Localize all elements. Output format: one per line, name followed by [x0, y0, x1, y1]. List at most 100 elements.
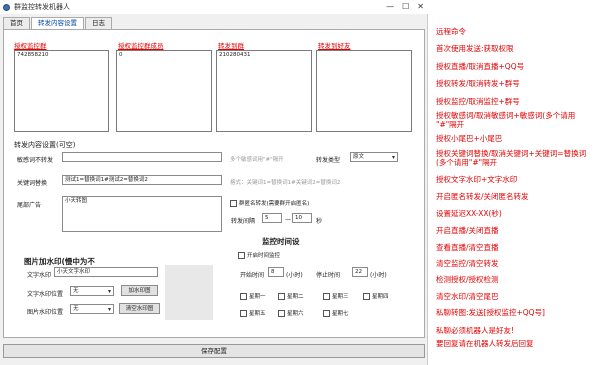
app-icon — [3, 3, 10, 11]
day-option[interactable]: 星期五 — [240, 309, 266, 317]
command-line: 查看直播/清空直播 — [436, 243, 499, 252]
keyword-replace-hint: 格式：关键词1=替换词1#关键词2=替换词2 — [230, 180, 341, 186]
clear-watermark-image-button[interactable]: 清空水印图 — [119, 303, 160, 314]
text-watermark-position-label: 文字水印位置 — [27, 291, 64, 298]
sensitive-words-label: 敏感词不转发 — [17, 157, 54, 164]
interval-min-input[interactable]: 5 — [262, 213, 282, 223]
add-watermark-image-button[interactable]: 加水印图 — [121, 285, 158, 296]
text-watermark-label: 文字水印 — [27, 272, 52, 279]
tab-home[interactable]: 首页 — [3, 17, 30, 29]
day-label: 星期四 — [372, 294, 389, 300]
command-line: 设置延迟XX-XX(秒) — [436, 209, 502, 218]
watermark-title: 图片加水印(慢中为不 — [24, 257, 95, 266]
close-button[interactable]: ✕ — [417, 2, 424, 11]
forward-type-select[interactable]: 原文 — [350, 152, 398, 162]
authorized-groups-list[interactable]: 742858210 — [14, 50, 109, 132]
sensitive-words-input[interactable] — [62, 152, 222, 162]
command-line: 授权直播/取消直播+QQ号 — [436, 62, 525, 71]
ad-label: 尾部广告 — [17, 202, 42, 209]
anonymous-forward-option[interactable]: 群匿名转发(需要群开启匿名) — [230, 199, 309, 207]
enable-schedule-checkbox[interactable] — [238, 251, 245, 259]
interval-max-input[interactable]: 10 — [292, 213, 312, 223]
keyword-replace-label: 关键词替换 — [17, 180, 48, 187]
day-checkbox[interactable] — [278, 309, 285, 317]
authorized-members-list[interactable]: 0 — [116, 50, 212, 132]
anonymous-label: 群匿名转发(需要群开启匿名) — [239, 201, 310, 207]
text-watermark-input[interactable]: 小天文字水印 — [54, 267, 158, 277]
image-watermark-position-label: 图片水印位置 — [27, 309, 64, 316]
anonymous-checkbox[interactable] — [230, 199, 237, 207]
interval-unit: 秒 — [316, 218, 323, 225]
command-line: 开启直播/关闭直播 — [436, 226, 499, 235]
command-line: 授权小尾巴+小尾巴 — [436, 134, 503, 143]
sensitive-words-hint: 多个敏感词用"#"隔开 — [230, 157, 284, 163]
title-bar: 群监控转发机器人 — ☐ ✕ — [0, 0, 428, 14]
authorized-members-label[interactable]: 授权监控群成员 — [118, 40, 164, 50]
command-line: 授权转发/取消转发+群号 — [436, 79, 520, 88]
command-line: 首次使用发送:获取权限 — [436, 44, 514, 53]
forward-settings-title: 转发内容设置(可空) — [14, 141, 76, 149]
command-line: 清空监控/清空转发 — [436, 259, 499, 268]
stop-time-input[interactable]: 22 — [352, 267, 368, 277]
day-label: 星期七 — [332, 311, 349, 317]
day-option[interactable]: 星期三 — [323, 292, 349, 300]
command-line: 要回复请在机器人转发后回复 — [436, 339, 534, 348]
command-line: 检测授权/授权检测 — [436, 275, 499, 284]
day-label: 星期六 — [287, 311, 304, 317]
day-checkbox[interactable] — [240, 292, 247, 300]
day-checkbox[interactable] — [363, 292, 370, 300]
enable-schedule-option[interactable]: 开启时间监控 — [238, 251, 280, 259]
window-controls: — ☐ ✕ — [386, 2, 424, 11]
interval-separator: — — [285, 216, 291, 223]
day-label: 星期一 — [249, 294, 266, 300]
day-option[interactable]: 星期六 — [278, 309, 304, 317]
command-line: 授权监控/取消监控+群号 — [436, 97, 520, 106]
forward-groups-list[interactable]: 210280431 — [216, 50, 312, 132]
command-line: 私聊必须机器人是好友! — [436, 326, 515, 335]
command-list: 远程命令 首次使用发送:获取权限 授权直播/取消直播+QQ号 授权转发/取消转发… — [428, 0, 600, 365]
command-line: "#"隔开 — [436, 120, 465, 129]
interval-label: 转发间隔 — [231, 218, 256, 225]
day-checkbox[interactable] — [240, 309, 247, 317]
day-option[interactable]: 星期二 — [278, 292, 304, 300]
start-time-input[interactable]: 8 — [268, 267, 284, 277]
maximize-button[interactable]: ☐ — [402, 2, 409, 11]
watermark-preview — [165, 265, 213, 320]
forward-friends-label[interactable]: 转发到好友 — [318, 40, 351, 50]
forward-friends-list[interactable] — [316, 50, 412, 132]
start-time-label: 开始时间 — [240, 272, 265, 279]
day-checkbox[interactable] — [323, 309, 330, 317]
schedule-title: 监控时间设 — [262, 237, 300, 246]
stop-time-label: 停止时间 — [316, 272, 341, 279]
tab-log[interactable]: 日志 — [85, 17, 112, 29]
ad-textarea[interactable]: 小天转图 — [62, 196, 222, 232]
command-line: 私聊转图:发送[授权监控+QQ号] — [436, 308, 545, 317]
authorized-groups-label[interactable]: 授权监控群 — [14, 40, 47, 50]
day-checkbox[interactable] — [323, 292, 330, 300]
keyword-replace-input[interactable]: 测试1=替换词1#测试2=替换词2 — [62, 175, 222, 185]
day-option[interactable]: 星期一 — [240, 292, 266, 300]
text-watermark-position-select[interactable]: 无 — [70, 286, 114, 296]
stop-time-unit: (小时) — [370, 272, 387, 279]
command-line: 清空水印/清空尾巴 — [436, 292, 499, 301]
list-item[interactable]: 0 — [119, 52, 209, 58]
enable-schedule-label: 开启时间监控 — [247, 253, 281, 259]
day-label: 星期二 — [287, 294, 304, 300]
list-item[interactable]: 742858210 — [17, 52, 106, 58]
day-option[interactable]: 星期四 — [363, 292, 389, 300]
command-line: (多个请用"#"隔开 — [436, 158, 498, 167]
image-watermark-position-select[interactable]: 无 — [70, 304, 114, 314]
command-line: 授权文字水印+文字水印 — [436, 175, 518, 184]
day-option[interactable]: 星期七 — [323, 309, 349, 317]
command-line: 开启匿名转发/关闭匿名转发 — [436, 192, 529, 201]
day-label: 星期五 — [249, 311, 266, 317]
window-title: 群监控转发机器人 — [14, 3, 70, 11]
day-checkbox[interactable] — [278, 292, 285, 300]
forward-groups-label[interactable]: 转发到群 — [218, 40, 244, 50]
list-item[interactable]: 210280431 — [219, 52, 309, 58]
minimize-button[interactable]: — — [386, 2, 394, 11]
save-config-button[interactable]: 保存配置 — [3, 344, 425, 358]
forward-type-label: 转发类型 — [316, 157, 341, 164]
tab-bar: 首页 转发内容设置 日志 — [3, 17, 113, 30]
start-time-unit: (小时) — [286, 272, 303, 279]
